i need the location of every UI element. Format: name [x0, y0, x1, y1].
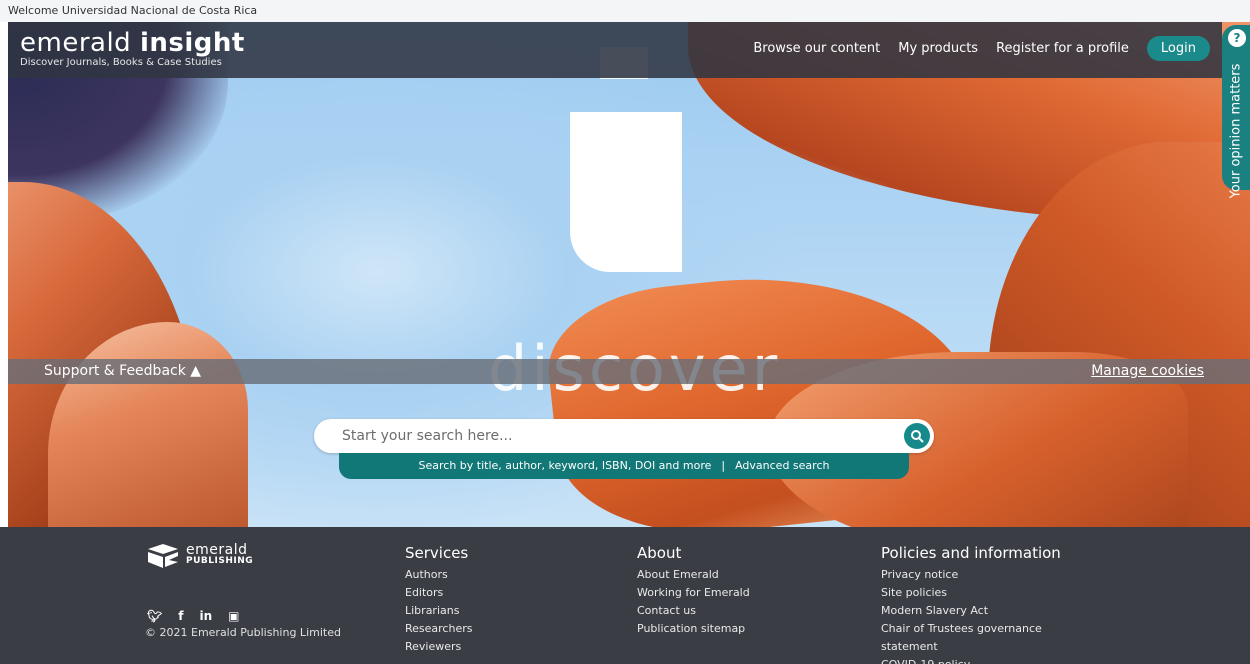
manage-cookies-link[interactable]: Manage cookies [1091, 359, 1204, 384]
welcome-text: Welcome Universidad Nacional de Costa Ri… [8, 4, 258, 17]
footer-link-trustees-governance[interactable]: Chair of Trustees governance statement [881, 620, 1081, 656]
footer-about-heading: About [637, 544, 682, 562]
linkedin-icon[interactable]: in [199, 609, 212, 623]
feedback-opinion-tab[interactable]: ? Your opinion matters [1222, 25, 1250, 198]
footer-link-about-emerald[interactable]: About Emerald [637, 566, 750, 584]
footer-services-column: Services Authors Editors Librarians Rese… [405, 544, 472, 656]
footer-policies-heading: Policies and information [881, 544, 1061, 562]
welcome-bar: Welcome Universidad Nacional de Costa Ri… [0, 0, 1250, 22]
search-icon [911, 430, 924, 443]
footer-link-privacy-notice[interactable]: Privacy notice [881, 566, 1081, 584]
search-box [314, 419, 934, 453]
footer-link-reviewers[interactable]: Reviewers [405, 638, 472, 656]
footer: emerald PUBLISHING 🐦︎ f in ▣ © 2021 Emer… [0, 527, 1250, 664]
brand-name: emerald insight [20, 28, 245, 58]
nav-links: Browse our content My products Register … [735, 36, 1210, 61]
login-button[interactable]: Login [1146, 36, 1210, 61]
emerald-logo-icon [148, 544, 178, 568]
nav-browse-content[interactable]: Browse our content [753, 41, 880, 56]
copyright-text: © 2021 Emerald Publishing Limited [145, 626, 341, 639]
footer-policies-column: Policies and information Privacy notice … [881, 544, 1081, 664]
emerald-insight-logo[interactable]: emerald insight Discover Journals, Books… [20, 29, 245, 68]
footer-link-editors[interactable]: Editors [405, 584, 472, 602]
support-feedback-bar: Support & Feedback ▲ Manage cookies [8, 359, 1250, 384]
footer-link-researchers[interactable]: Researchers [405, 620, 472, 638]
footer-link-working-for-emerald[interactable]: Working for Emerald [637, 584, 750, 602]
advanced-search-link[interactable]: Advanced search [735, 459, 829, 472]
footer-link-covid-policy[interactable]: COVID-19 policy [881, 656, 1081, 664]
footer-services-heading: Services [405, 544, 469, 562]
search-button[interactable] [904, 423, 930, 449]
brand-tagline: Discover Journals, Books & Case Studies [20, 57, 222, 68]
support-feedback-toggle[interactable]: Support & Feedback ▲ [44, 359, 201, 384]
opinion-tab-label: Your opinion matters [1228, 63, 1244, 199]
footer-link-publication-sitemap[interactable]: Publication sitemap [637, 620, 750, 638]
youtube-icon[interactable]: ▣ [228, 609, 239, 623]
footer-link-site-policies[interactable]: Site policies [881, 584, 1081, 602]
footer-logo-text: emerald PUBLISHING [186, 542, 254, 566]
nav-register-profile[interactable]: Register for a profile [996, 41, 1129, 56]
twitter-icon[interactable]: 🐦︎ [147, 609, 162, 623]
emerald-publishing-logo[interactable]: emerald PUBLISHING [145, 543, 253, 569]
footer-link-contact-us[interactable]: Contact us [637, 602, 750, 620]
nav-my-products[interactable]: My products [898, 41, 978, 56]
footer-link-modern-slavery-act[interactable]: Modern Slavery Act [881, 602, 1081, 620]
search-input[interactable] [342, 426, 882, 446]
top-navigation: emerald insight Discover Journals, Books… [8, 22, 1222, 78]
search-area: Search by title, author, keyword, ISBN, … [314, 419, 934, 479]
hero-i-stem [570, 112, 682, 272]
facebook-icon[interactable]: f [178, 609, 183, 623]
social-links: 🐦︎ f in ▣ [147, 609, 239, 623]
question-icon: ? [1228, 29, 1246, 47]
search-hint-separator: | [721, 459, 726, 472]
footer-about-column: About About Emerald Working for Emerald … [637, 544, 750, 638]
search-hint-bar: Search by title, author, keyword, ISBN, … [339, 453, 909, 479]
footer-link-authors[interactable]: Authors [405, 566, 472, 584]
search-hint-text: Search by title, author, keyword, ISBN, … [418, 459, 712, 472]
footer-link-librarians[interactable]: Librarians [405, 602, 472, 620]
